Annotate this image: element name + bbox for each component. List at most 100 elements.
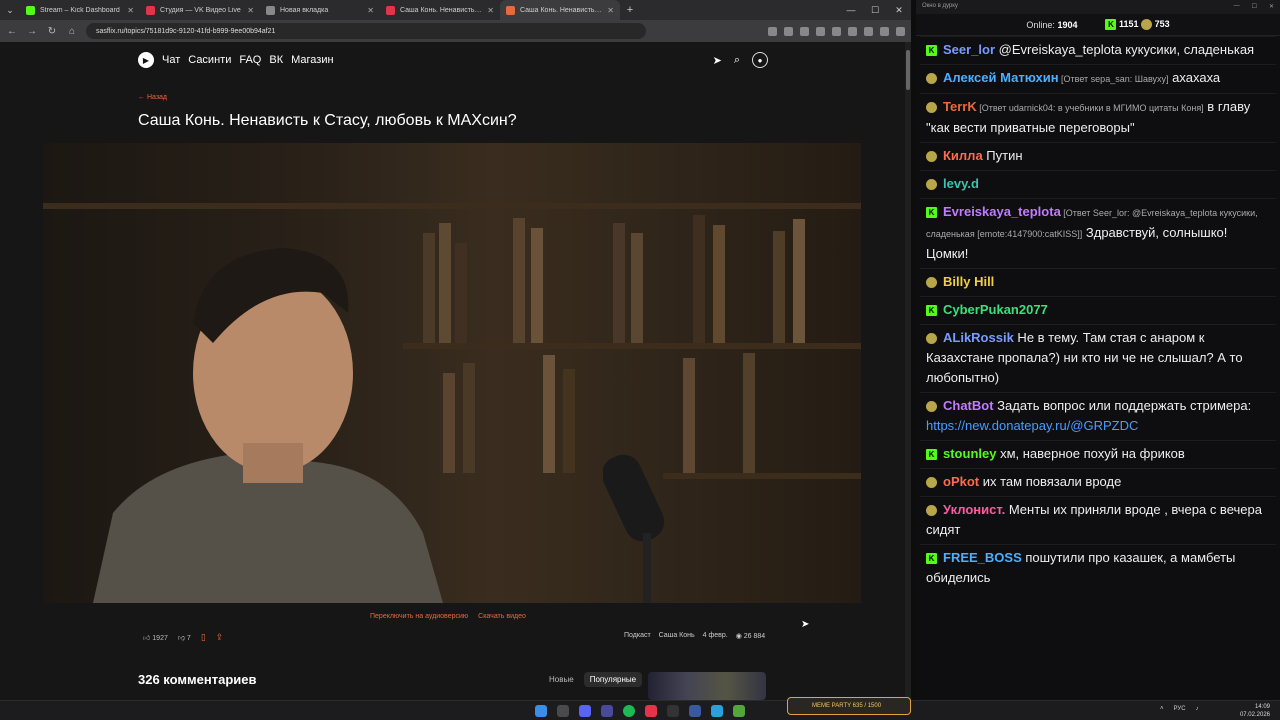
kick-count: 1151: [1119, 18, 1139, 29]
chat-username[interactable]: CyberPukan2077: [943, 302, 1048, 317]
kick-icon: K: [926, 449, 937, 461]
chat-username[interactable]: oPkot: [943, 474, 979, 489]
close-icon[interactable]: ✕: [127, 6, 134, 15]
language-indicator[interactable]: РУС: [1174, 706, 1186, 712]
chat-username[interactable]: Evreiskaya_teplota: [943, 204, 1061, 219]
user-icon[interactable]: ●: [752, 52, 768, 68]
chat-username[interactable]: Уклонист.: [943, 502, 1005, 517]
close-icon[interactable]: ✕: [487, 6, 494, 15]
scrollbar[interactable]: [905, 42, 911, 700]
app-icon[interactable]: [689, 705, 701, 717]
sort-popular[interactable]: Популярные: [583, 672, 643, 687]
tab-3[interactable]: Саша Конь. Ненависть к Стасу ✕: [380, 0, 500, 20]
chat-username[interactable]: levy.d: [943, 176, 979, 191]
tab-4[interactable]: Саша Конь. Ненависть к С ✕: [500, 0, 620, 20]
extension-icon[interactable]: [800, 26, 809, 36]
chat-username[interactable]: Billy Hill: [943, 274, 994, 289]
bookmark-icon[interactable]: ▯: [201, 632, 206, 643]
chat-username[interactable]: TerrK: [943, 99, 977, 114]
chat-username[interactable]: stounley: [943, 446, 996, 461]
tab-0[interactable]: Stream – Kick Dashboard ✕: [20, 0, 140, 20]
tag-author[interactable]: Саша Конь: [659, 632, 695, 640]
menu-icon[interactable]: [896, 26, 905, 36]
emoji-badge-icon: [926, 333, 937, 345]
nav-sasinti[interactable]: Сасинти: [188, 54, 231, 66]
tab-2[interactable]: Новая вкладка ✕: [260, 0, 380, 20]
tab-search-icon[interactable]: ⌄: [0, 0, 20, 20]
nav-vk[interactable]: ВК: [269, 54, 283, 66]
app-icon[interactable]: [733, 705, 745, 717]
chevron-up-icon[interactable]: ˄: [1160, 706, 1164, 712]
download-icon[interactable]: [864, 26, 873, 36]
minimize-icon[interactable]: —: [1234, 3, 1240, 11]
chat-message: levy.d: [920, 170, 1276, 198]
chat-username[interactable]: ChatBot: [943, 398, 994, 413]
youtube-icon: [386, 5, 395, 15]
tag-podcast[interactable]: Подкаст: [624, 632, 651, 640]
close-icon[interactable]: ✕: [247, 6, 254, 15]
maximize-icon[interactable]: ☐: [863, 5, 887, 16]
close-icon[interactable]: ✕: [607, 6, 614, 15]
play-logo-icon[interactable]: ▶: [138, 52, 154, 68]
chat-username[interactable]: FREE_BOSS: [943, 550, 1022, 565]
scrollbar-thumb[interactable]: [906, 50, 910, 90]
close-icon[interactable]: ✕: [367, 6, 374, 15]
nav-faq[interactable]: FAQ: [239, 54, 261, 66]
maximize-icon[interactable]: ☐: [1252, 3, 1257, 11]
app-icon[interactable]: [667, 705, 679, 717]
share-icon[interactable]: ⇪: [216, 632, 224, 643]
profile-icon[interactable]: [880, 26, 889, 36]
forward-icon[interactable]: →: [26, 26, 38, 37]
chat-username[interactable]: Килла: [943, 148, 983, 163]
telegram-icon[interactable]: [711, 705, 723, 717]
audio-version-link[interactable]: Переключить на аудиоверсию: [370, 613, 468, 620]
search-icon[interactable]: ⌕: [734, 54, 740, 67]
chat-username[interactable]: Алексей Матюхин: [943, 70, 1059, 85]
promo-thumbnail[interactable]: [648, 672, 766, 700]
reload-icon[interactable]: ↻: [46, 26, 58, 37]
tab-1[interactable]: Студия — VK Видео Live ✕: [140, 0, 260, 20]
puzzle-icon[interactable]: [848, 26, 857, 36]
app-icon[interactable]: [645, 705, 657, 717]
chat-message: K Seer_lor @Evreiskaya_teplota кукусики, …: [920, 36, 1276, 64]
close-window-icon[interactable]: ✕: [887, 5, 911, 16]
nav-shop[interactable]: Магазин: [291, 54, 333, 66]
thumb-up-icon: 👍︎: [143, 635, 151, 642]
sort-new[interactable]: Новые: [543, 672, 580, 687]
chat-message: oPkot их там повязали вроде: [920, 468, 1276, 496]
close-icon[interactable]: ✕: [1269, 3, 1274, 11]
clock[interactable]: 14:09 07.02.2026: [1240, 703, 1270, 719]
extension-icon[interactable]: [832, 26, 841, 36]
chat-username[interactable]: Seer_lor: [943, 42, 995, 57]
back-icon[interactable]: ←: [6, 26, 18, 37]
translate-icon[interactable]: [768, 26, 777, 36]
download-video-link[interactable]: Скачать видео: [478, 613, 526, 620]
person-figure: [93, 248, 443, 603]
globe-icon: [266, 5, 275, 15]
chat-message: K FREE_BOSS пошутили про казашек, а мамбе…: [920, 544, 1276, 592]
meme-party-widget[interactable]: MEME PARTY 635 / 1500: [787, 697, 911, 715]
url-input[interactable]: sasflix.ru/topics/75181d9c-9120-41fd-b99…: [86, 23, 646, 39]
extension-icon[interactable]: [816, 26, 825, 36]
minimize-icon[interactable]: —: [839, 5, 863, 16]
star-icon[interactable]: [784, 26, 793, 36]
home-icon[interactable]: ⌂: [66, 26, 78, 37]
chat-link[interactable]: https://new.donatepay.ru/@GRPZDC: [926, 418, 1138, 433]
video-player[interactable]: [43, 143, 861, 603]
back-link[interactable]: ← Назад: [138, 94, 167, 101]
like-button[interactable]: 👍︎ 1927: [143, 633, 168, 642]
app-icon[interactable]: [601, 705, 613, 717]
discord-icon[interactable]: [579, 705, 591, 717]
start-icon[interactable]: [535, 705, 547, 717]
chat-message: Kstounley хм, наверное похуй на фриков: [920, 440, 1276, 468]
chat-text: Путин: [982, 148, 1023, 163]
page-content: ▶ Чат Сасинти FAQ ВК Магазин ➤ ⌕ ● ← Наз…: [0, 42, 905, 700]
chat-username[interactable]: ALikRossik: [943, 330, 1014, 345]
volume-icon[interactable]: ♪: [1196, 706, 1199, 712]
search-icon[interactable]: [557, 705, 569, 717]
dislike-button[interactable]: 👎︎ 7: [178, 633, 191, 642]
new-tab-button[interactable]: +: [620, 4, 640, 16]
spotify-icon[interactable]: [623, 705, 635, 717]
send-icon[interactable]: ➤: [713, 54, 722, 67]
nav-chat[interactable]: Чат: [162, 54, 180, 66]
